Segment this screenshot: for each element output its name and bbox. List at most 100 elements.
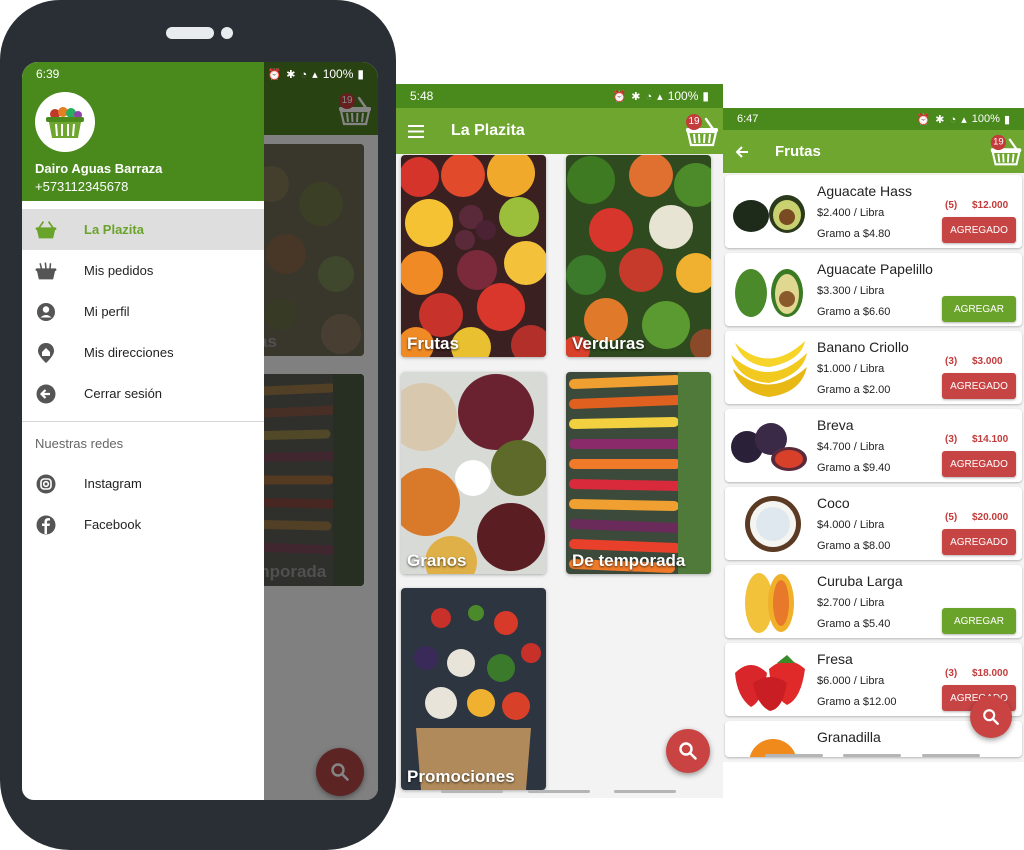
category-card-de-temporada[interactable]: De temporada <box>566 372 711 574</box>
agregado-button[interactable]: AGREGADO <box>942 451 1016 477</box>
agregado-button[interactable]: AGREGADO <box>942 373 1016 399</box>
drawer-item-mi-perfil[interactable]: Mi perfil <box>22 291 264 332</box>
status-time: 6:39 <box>36 67 60 81</box>
category-card-verduras[interactable]: Verduras <box>566 155 711 357</box>
product-qty: (3) <box>945 434 958 445</box>
app-bar: La Plazita <box>396 108 723 154</box>
cart-button[interactable]: 19 <box>685 114 719 147</box>
facebook-icon <box>35 514 57 536</box>
status-bar: 5:48 ⏰ ✱ ◔ ▴ 100% ▮ <box>396 84 723 108</box>
app-title: La Plazita <box>451 122 525 139</box>
product-total: $20.000 <box>972 512 1009 523</box>
agregado-button[interactable]: AGREGADO <box>942 217 1016 243</box>
search-fab[interactable] <box>970 696 1012 738</box>
drawer-item-mis-pedidos[interactable]: Mis pedidos <box>22 250 264 291</box>
category-card-granos[interactable]: Granos <box>401 372 546 574</box>
product-total: $18.000 <box>972 668 1009 679</box>
drawer-item-label: Mi perfil <box>84 304 130 319</box>
drawer-item-label: Mis direcciones <box>84 345 174 360</box>
nav-gesture-bar <box>528 790 590 793</box>
drawer-item-la-plazita[interactable]: La Plazita <box>22 209 264 250</box>
phone-camera <box>221 27 233 39</box>
product-price: $2.700 / Libra <box>817 597 885 609</box>
granadilla-image <box>749 739 797 757</box>
drawer-item-cerrar-sesion[interactable]: Cerrar sesión <box>22 373 264 414</box>
product-total: $3.000 <box>972 356 1003 367</box>
product-name: Curuba Larga <box>817 573 903 589</box>
avocado-image <box>735 269 803 317</box>
drawer-item-mis-direcciones[interactable]: Mis direcciones <box>22 332 264 373</box>
category-label: Verduras <box>572 334 645 353</box>
vegetables-image <box>566 155 711 357</box>
product-gram-price: Gramo a $12.00 <box>817 696 897 708</box>
cart-button[interactable]: 19 <box>990 134 1022 167</box>
product-total: $12.000 <box>972 200 1009 211</box>
carrots-image <box>566 372 711 574</box>
fig-image <box>731 423 807 471</box>
battery-icon: ▮ <box>1003 113 1010 126</box>
drawer-item-label: Mis pedidos <box>84 263 154 278</box>
back-arrow-icon[interactable] <box>735 145 749 159</box>
product-card-banano-criollo: Banano Criollo $1.000 / Libra Gramo a $2… <box>725 331 1022 404</box>
product-name: Breva <box>817 417 854 433</box>
search-fab[interactable] <box>666 729 710 773</box>
product-name: Banano Criollo <box>817 339 909 355</box>
categories-screen: 5:48 ⏰ ✱ ◔ ▴ 100% ▮ La Plazita 19 Frutas… <box>396 84 723 798</box>
category-label: Frutas <box>407 334 459 353</box>
navigation-drawer: 6:39 ⏰ ✱ ◔ ▴ 100% ▮ Dairo Aguas Barraza … <box>22 62 364 800</box>
nav-gesture-bar <box>614 790 676 793</box>
drawer-item-instagram[interactable]: Instagram <box>22 463 264 504</box>
battery-icon: ▮ <box>357 67 364 81</box>
product-card-aguacate-hass: Aguacate Hass $2.400 / Libra Gramo a $4.… <box>725 175 1022 248</box>
agregado-button[interactable]: AGREGADO <box>942 529 1016 555</box>
nav-gesture-bar <box>843 754 901 757</box>
product-qty: (3) <box>945 668 958 679</box>
product-name: Granadilla <box>817 729 881 745</box>
agregar-button[interactable]: AGREGAR <box>942 608 1016 634</box>
product-gram-price: Gramo a $6.60 <box>817 306 891 318</box>
promotions-image <box>401 588 546 790</box>
status-bar: 6:39 ⏰ ✱ ◔ ▴ 100% ▮ <box>22 62 378 86</box>
drawer-item-label: Cerrar sesión <box>84 386 163 401</box>
product-gram-price: Gramo a $5.40 <box>817 618 891 630</box>
product-price: $4.000 / Libra <box>817 519 885 531</box>
product-name: Fresa <box>817 651 853 667</box>
strawberry-image <box>735 655 805 711</box>
status-icons: ⏰ ✱ ◔ ▴ <box>916 113 968 126</box>
drawer-screen: 19 uras <box>22 62 378 800</box>
status-battery: 100% <box>322 67 354 81</box>
product-gram-price: Gramo a $4.80 <box>817 228 891 240</box>
product-price: $4.700 / Libra <box>817 441 885 453</box>
category-label: De temporada <box>572 551 686 570</box>
agregar-button[interactable]: AGREGAR <box>942 296 1016 322</box>
search-icon <box>678 741 698 761</box>
drawer-item-label: La Plazita <box>84 222 144 237</box>
category-label: Promociones <box>407 767 515 786</box>
logout-arrow-icon <box>35 383 57 405</box>
curuba-image <box>745 573 794 633</box>
phone-speaker <box>166 27 214 39</box>
category-card-frutas[interactable]: Frutas <box>401 155 546 357</box>
cart-count-badge: 19 <box>686 114 702 130</box>
basket-icon <box>35 219 57 241</box>
nav-gesture-bar <box>922 754 980 757</box>
nav-gesture-bar <box>765 754 823 757</box>
fruits-list-screen: 6:47 ⏰ ✱ ◔ ▴ 100% ▮ Frutas 19 Aguacate H… <box>723 108 1024 762</box>
product-gram-price: Gramo a $9.40 <box>817 462 891 474</box>
drawer-item-facebook[interactable]: Facebook <box>22 504 264 545</box>
product-card-curuba-larga: Curuba Larga $2.700 / Libra Gramo a $5.4… <box>725 565 1022 638</box>
cart-count-badge: 19 <box>990 134 1006 151</box>
product-name: Coco <box>817 495 850 511</box>
product-qty: (5) <box>945 512 958 523</box>
status-battery: 100% <box>971 113 1000 125</box>
status-time: 6:47 <box>737 113 759 125</box>
product-price: $6.000 / Libra <box>817 675 885 687</box>
product-price: $1.000 / Libra <box>817 363 885 375</box>
user-name: Dairo Aguas Barraza <box>35 161 163 176</box>
nav-gesture-bar <box>441 790 503 793</box>
app-bar: Frutas <box>723 130 1024 173</box>
category-card-promociones[interactable]: Promociones <box>401 588 546 790</box>
menu-hamburger-icon[interactable] <box>408 124 424 138</box>
product-qty: (3) <box>945 356 958 367</box>
product-card-breva: Breva $4.700 / Libra Gramo a $9.40 (3) $… <box>725 409 1022 482</box>
